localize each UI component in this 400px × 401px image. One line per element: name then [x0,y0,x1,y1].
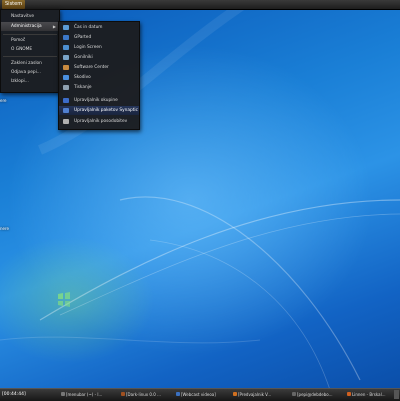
menu-item-label: Upravljalnik posodobitev [74,119,128,124]
admin-item-update-manager[interactable]: Upravljalnik posodobitev [59,117,139,126]
menu-item-help[interactable]: Pomoč [1,36,59,45]
menu-item-administration[interactable]: Administracija ▶ [1,22,59,31]
admin-item-drivers[interactable]: Gonilniki [59,53,139,62]
printer-icon [63,85,69,90]
menu-item-label: Software Center [74,65,109,70]
admin-item-printing[interactable]: Tiskanje [59,83,139,92]
menu-item-label: Administracija [11,24,42,29]
synaptic-icon [63,108,69,113]
menu-item-label: Čas in datum [74,25,103,30]
system-menu: Nastavitve Administracija ▶ Pomoč O GNOM… [0,9,60,93]
taskbar-task[interactable]: [Webcast videoa] [175,390,229,399]
menu-item-about[interactable]: O GNOME [1,45,59,54]
taskbar-task[interactable]: [Predvajalnik V... [232,390,288,399]
terminal-icon [61,392,65,396]
task-label: [Webcast videoa] [181,392,216,397]
group-icon [63,98,69,103]
task-label: [Predvajalnik V... [238,392,272,397]
task-label: Linnen - Brskal... [352,392,386,397]
menu-item-label: Gonilniki [74,55,93,60]
clock: [00:44:44] [2,392,26,397]
menu-item-label: Upravljalnik paketov Synaptic [74,108,138,113]
system-menu-button[interactable]: Sistem [2,0,26,9]
menu-item-preferences[interactable]: Nastavitve [1,12,59,21]
menu-item-label: Login Screen [74,45,102,50]
menu-item-label: Skodivo [74,75,91,80]
taskbar-task[interactable]: [Dark-linux 0.0 ... [120,390,172,399]
admin-item-login-screen[interactable]: Login Screen [59,43,139,52]
task-label: [pepi@debdebo... [297,392,333,397]
admin-item-gparted[interactable]: GParted [59,33,139,42]
clock-icon [63,25,69,30]
task-label: [Dark-linux 0.0 ... [126,392,161,397]
top-panel: Sistem [0,0,400,10]
terminal-icon [292,392,296,396]
task-label: [menubar (~) - l... [66,392,103,397]
taskbar-task[interactable]: [menubar (~) - l... [60,390,117,399]
bottom-taskbar: [00:44:44] [menubar (~) - l... [Dark-lin… [0,388,400,401]
admin-item-date-time[interactable]: Čas in datum [59,23,139,32]
browser-icon [347,392,351,396]
menu-item-shutdown[interactable]: Izklopi... [1,77,59,86]
menu-item-logout[interactable]: Odjava pepi... [1,68,59,77]
hardware-icon [63,55,69,60]
submenu-arrow-icon: ▶ [52,24,56,29]
administration-submenu: Čas in datum GParted Login Screen Goniln… [58,21,140,130]
menu-item-label: Upravljalnik okupine [74,98,118,103]
show-desktop-button[interactable] [394,390,399,399]
vlc-icon [233,392,237,396]
menu-separator [3,56,57,57]
desktop-icon-label[interactable]: nere [0,226,9,231]
app-icon [121,392,125,396]
admin-item-software-sources[interactable]: Skodivo [59,73,139,82]
login-icon [63,45,69,50]
store-icon [63,65,69,70]
taskbar-task[interactable]: Linnen - Brskal... [346,390,392,399]
desktop-icon-label[interactable]: ere [0,98,6,103]
admin-item-software-center[interactable]: Software Center [59,63,139,72]
menu-item-label: Tiskanje [74,85,92,90]
video-icon [176,392,180,396]
windows-flag-logo [58,292,70,307]
menu-item-label: GParted [74,35,92,40]
menu-item-lock-screen[interactable]: Zakleni zaslon [1,59,59,68]
admin-item-synaptic[interactable]: Upravljalnik paketov Synaptic [59,106,139,115]
disk-icon [63,35,69,40]
taskbar-task[interactable]: [pepi@debdebo... [291,390,343,399]
folder-icon [63,75,69,80]
admin-item-group-manager[interactable]: Upravljalnik okupine [59,96,139,105]
update-icon [63,119,69,124]
menu-separator [3,34,57,35]
